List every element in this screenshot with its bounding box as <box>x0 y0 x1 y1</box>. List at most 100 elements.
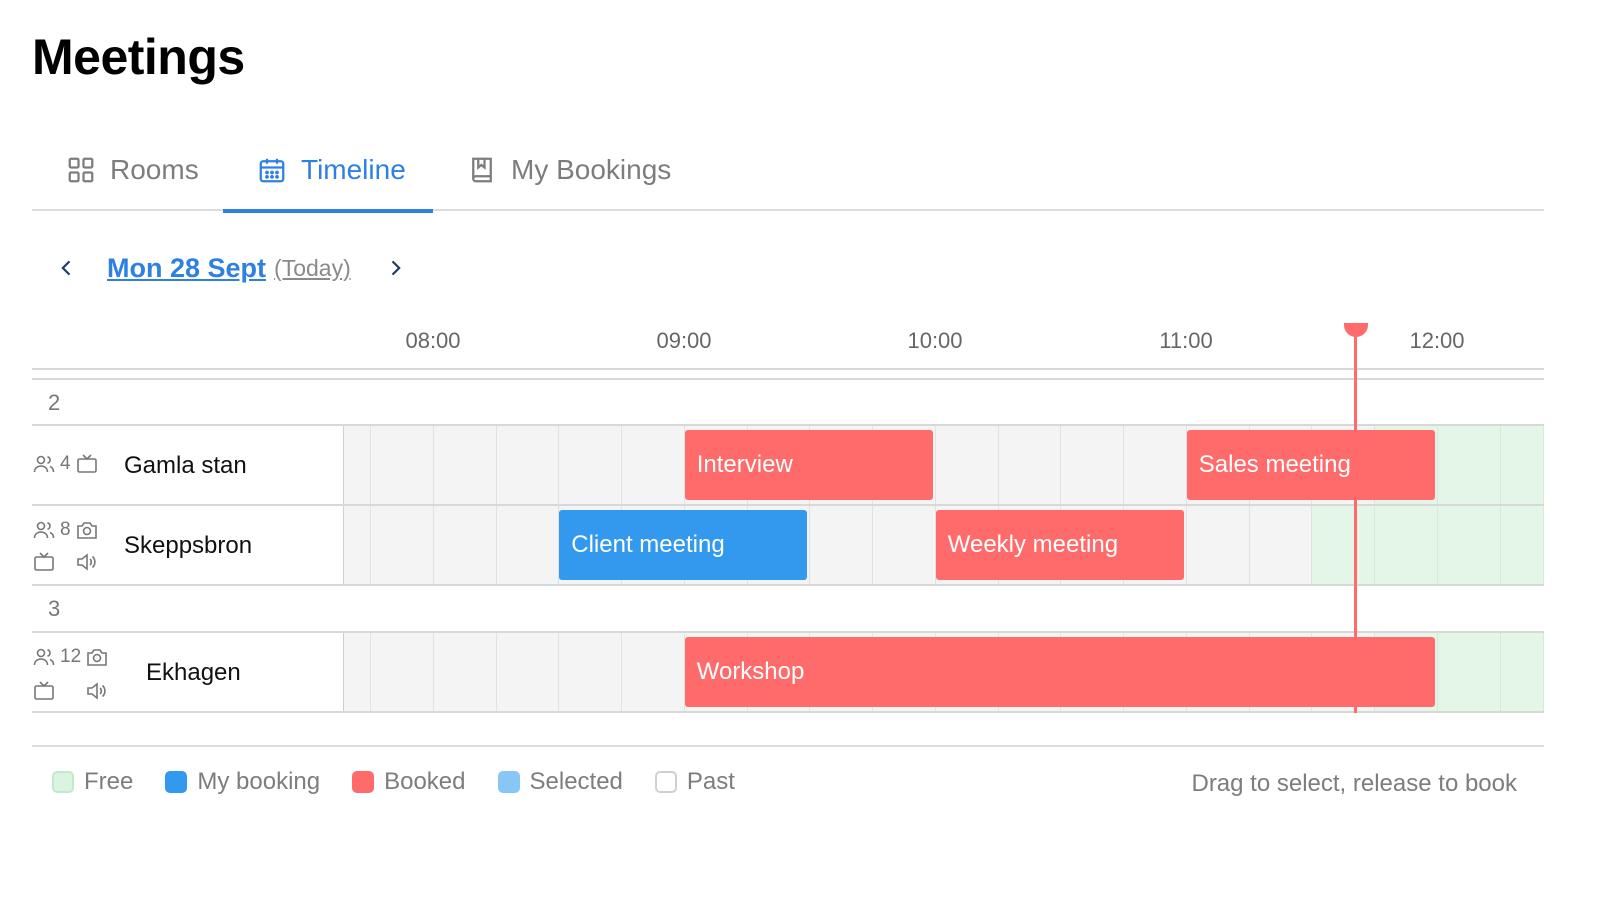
time-slot[interactable] <box>433 506 497 584</box>
time-slot[interactable] <box>1437 426 1501 504</box>
time-slot[interactable] <box>371 506 434 584</box>
camera-icon <box>76 522 97 539</box>
time-slot[interactable] <box>622 633 685 711</box>
chevron-right-icon <box>391 260 401 276</box>
room-name: Gamla stan <box>124 452 247 479</box>
grid-icon <box>68 157 94 182</box>
legend-swatch <box>352 771 375 793</box>
time-slot[interactable] <box>496 426 560 504</box>
tv-icon <box>34 681 54 700</box>
header-divider <box>32 378 1544 380</box>
current-date-link[interactable]: Mon 28 Sept <box>107 253 266 284</box>
row-divider <box>32 584 1544 586</box>
room-name: Ekhagen <box>146 659 241 686</box>
legend: Free My booking Booked Selected Past <box>52 768 735 796</box>
row-divider <box>32 711 1544 713</box>
timeline: 08:00 09:00 10:00 11:00 12:00 2 4 Gamla … <box>32 320 1544 720</box>
page-title: Meetings <box>32 29 245 85</box>
room-grid-skeppsbron[interactable]: Client meeting Weekly meeting <box>344 506 1544 584</box>
time-slot[interactable] <box>1437 506 1501 584</box>
legend-past: Past <box>654 768 735 796</box>
room-grid-gamla-stan[interactable]: Interview Sales meeting <box>344 426 1544 504</box>
time-slot[interactable] <box>935 426 999 504</box>
legend-free: Free <box>52 768 133 796</box>
time-slot[interactable] <box>371 633 434 711</box>
legend-label: Past <box>686 768 735 795</box>
tab-timeline[interactable]: Timeline <box>223 128 433 213</box>
time-slot[interactable] <box>1312 506 1375 584</box>
floor-group-label: 2 <box>48 390 61 415</box>
time-slot[interactable] <box>1061 426 1124 504</box>
time-slot[interactable] <box>496 633 560 711</box>
time-slot[interactable] <box>344 426 371 504</box>
tab-rooms[interactable]: Rooms <box>32 128 223 211</box>
people-icon <box>33 521 55 539</box>
legend-label: Booked <box>384 768 466 795</box>
people-icon <box>33 455 55 473</box>
chevron-left-icon <box>61 260 71 276</box>
tab-my-bookings[interactable]: My Bookings <box>433 128 693 211</box>
time-slot[interactable] <box>371 426 434 504</box>
tab-bar: Rooms Timeline My Bookings <box>32 128 1544 213</box>
time-slot[interactable] <box>1500 426 1544 504</box>
time-slot[interactable] <box>1375 506 1438 584</box>
time-slot[interactable] <box>998 426 1062 504</box>
hour-label: 12:00 <box>1409 328 1465 353</box>
room-capacity-value: 4 <box>60 453 71 474</box>
room-row-gamla-stan[interactable]: 4 Gamla stan <box>32 426 343 504</box>
time-slot[interactable] <box>344 633 371 711</box>
room-row-skeppsbron[interactable]: 8 Skeppsbron <box>32 506 343 584</box>
hour-label: 11:00 <box>1159 328 1213 353</box>
time-slot[interactable] <box>559 426 622 504</box>
legend-label: My booking <box>197 768 321 795</box>
next-day-button[interactable] <box>383 256 407 280</box>
hour-label: 10:00 <box>907 328 963 353</box>
legend-selected: Selected <box>497 768 623 796</box>
time-slot[interactable] <box>873 506 936 584</box>
speaker-icon <box>87 682 106 700</box>
time-slot[interactable] <box>1500 633 1544 711</box>
time-slot[interactable] <box>496 506 560 584</box>
booking-block[interactable]: Workshop <box>684 637 1435 707</box>
hour-label: 08:00 <box>405 328 461 353</box>
booking-block[interactable]: Weekly meeting <box>935 510 1184 580</box>
legend-booked: Booked <box>352 768 466 796</box>
room-name: Skeppsbron <box>124 532 253 559</box>
time-slot[interactable] <box>1186 506 1250 584</box>
room-capacity: 4 <box>32 452 99 476</box>
legend-label: Free <box>84 768 134 795</box>
time-slot[interactable] <box>1500 506 1544 584</box>
room-row-ekhagen[interactable]: 12 Ekhagen <box>32 633 343 711</box>
booking-block[interactable]: Client meeting <box>559 510 808 580</box>
time-slot[interactable] <box>433 426 497 504</box>
booking-block[interactable]: Sales meeting <box>1186 430 1435 500</box>
time-slot[interactable] <box>622 426 685 504</box>
time-slot[interactable] <box>1249 506 1313 584</box>
room-capacity: 8 <box>32 518 99 542</box>
previous-day-button[interactable] <box>55 256 79 280</box>
room-capacity-value: 12 <box>60 646 82 667</box>
legend-my-booking: My booking <box>165 768 320 796</box>
people-icon <box>33 648 55 666</box>
legend-divider <box>32 745 1544 747</box>
time-slot[interactable] <box>1437 633 1501 711</box>
time-slot[interactable] <box>810 506 873 584</box>
camera-icon <box>87 649 107 666</box>
header-divider <box>32 368 1544 370</box>
calendar-icon <box>259 158 285 182</box>
room-grid-ekhagen[interactable]: Workshop <box>344 633 1544 711</box>
current-time-line <box>1354 328 1357 713</box>
legend-swatch <box>654 771 677 793</box>
time-slot[interactable] <box>1124 426 1187 504</box>
today-link[interactable]: (Today) <box>274 255 351 282</box>
tv-icon <box>76 454 97 473</box>
legend-swatch <box>52 771 74 793</box>
time-slot[interactable] <box>344 506 371 584</box>
room-features <box>32 550 98 574</box>
tab-my-bookings-label: My Bookings <box>511 153 672 185</box>
booking-block[interactable]: Interview <box>684 430 933 500</box>
time-slot[interactable] <box>559 633 622 711</box>
date-navigation: Mon 28 Sept (Today) <box>55 248 407 288</box>
time-slot[interactable] <box>433 633 497 711</box>
tv-icon <box>34 552 54 571</box>
